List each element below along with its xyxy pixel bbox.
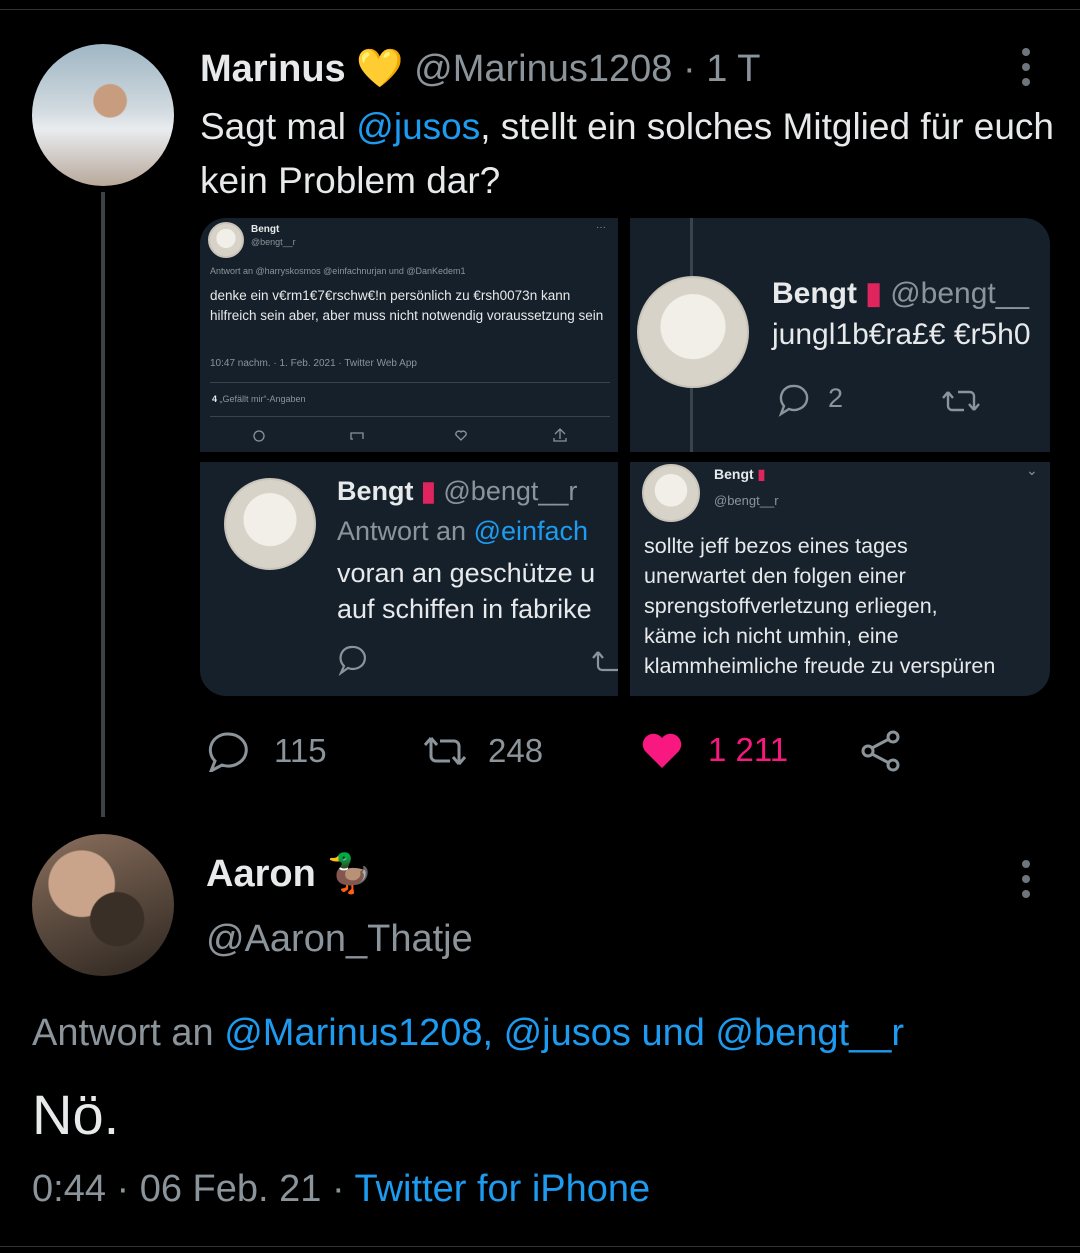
img1-action-icons xyxy=(253,428,567,442)
duck-icon: 🦆 xyxy=(326,853,374,895)
img3-line2: auf schiffen in fabrike xyxy=(337,594,592,624)
bengt-avatar xyxy=(224,478,316,570)
img1-likes: 4 „Gefällt mir“-Angaben xyxy=(212,394,306,404)
img3-retweet-icon xyxy=(592,651,618,672)
tweet2-text: Nö. xyxy=(32,1083,120,1146)
bengt-avatar xyxy=(208,222,244,258)
yellow-heart-icon: 💛 xyxy=(356,48,404,90)
retweet-button[interactable]: 248 xyxy=(422,730,543,772)
tweet-text: Sagt mal @jusos, stellt ein solches Mitg… xyxy=(200,106,1055,201)
author-handle[interactable]: @Aaron_Thatje xyxy=(206,918,473,961)
reply-count: 115 xyxy=(274,732,327,769)
media-image-4[interactable]: Bengt ▮ @bengt__r ⌄ sollte jeff bezos ei… xyxy=(630,462,1050,696)
avatar-marinus[interactable] xyxy=(32,44,174,186)
img4-line3: sprengstoffverletzung erliegen, xyxy=(644,594,938,618)
bengt-avatar xyxy=(642,464,700,522)
avatar-aaron[interactable] xyxy=(32,834,174,976)
img1-handle: @bengt__r xyxy=(251,237,296,247)
img1-name: Bengt xyxy=(251,224,280,235)
img1-reply-to: Antwort an @harryskosmos @einfachnurjan … xyxy=(210,266,466,276)
reply-icon xyxy=(208,732,248,772)
retweet-icon xyxy=(423,737,467,765)
author-handle[interactable]: @Marinus1208 xyxy=(414,48,672,90)
tweet2-header: Aaron 🦆 xyxy=(206,852,374,896)
heart-filled-icon xyxy=(642,733,682,768)
retweet-count: 248 xyxy=(488,732,544,769)
img1-text: denke ein v€rm1€7€rschw€!n persönlich zu… xyxy=(210,288,604,323)
img2-header: Bengt ▮ @bengt__ xyxy=(772,277,1030,310)
img3-header: Bengt ▮ @bengt__r xyxy=(337,476,578,506)
like-count: 1 211 xyxy=(708,731,789,768)
img4-name: Bengt ▮ xyxy=(714,466,766,482)
reply-button[interactable]: 115 xyxy=(206,730,327,772)
img2-reply-icon xyxy=(778,384,809,417)
media-image-1[interactable]: Bengt @bengt__r ··· Antwort an @harrysko… xyxy=(200,218,618,452)
img2-reply-count: 2 xyxy=(828,383,844,413)
img4-chevron-down-icon: ⌄ xyxy=(1026,462,1038,478)
tweet-header: Marinus 💛 @Marinus1208 · 1 T xyxy=(200,46,760,92)
img4-line1: sollte jeff bezos eines tages xyxy=(644,534,908,558)
img3-reply-to: Antwort an @einfach xyxy=(337,516,589,546)
share-icon xyxy=(861,730,900,772)
img3-reply-icon xyxy=(338,645,367,677)
author-name[interactable]: Aaron xyxy=(206,853,316,895)
reply-to-line: Antwort an @Marinus1208, @jusos und @ben… xyxy=(32,1012,904,1054)
mention-jusos[interactable]: @jusos xyxy=(356,106,480,147)
bottom-divider xyxy=(0,1246,1080,1247)
media-image-3[interactable]: Bengt ▮ @bengt__r Antwort an @einfach vo… xyxy=(200,462,618,696)
media-image-2[interactable]: Bengt ▮ @bengt__ jungl1b€ra£€ €r5h0 2 xyxy=(630,218,1050,452)
img1-meta: 10:47 nachm. · 1. Feb. 2021 · Twitter We… xyxy=(210,358,417,369)
author-name[interactable]: Marinus xyxy=(200,48,346,90)
reply-to-mentions[interactable]: @Marinus1208, @jusos und @bengt__r xyxy=(224,1012,904,1054)
bengt-avatar xyxy=(637,276,749,388)
like-button[interactable]: 1 211 xyxy=(640,730,788,770)
img2-text: jungl1b€ra£€ €r5h0 xyxy=(772,318,1031,351)
img2-retweet-icon xyxy=(942,390,980,412)
top-divider xyxy=(0,0,1080,10)
img4-line4: käme ich nicht umhin, eine xyxy=(644,624,899,648)
img1-more-icon: ··· xyxy=(596,222,606,233)
img4-handle: @bengt__r xyxy=(714,493,779,508)
thread-line xyxy=(101,192,105,817)
img3-line1: voran an geschütze u xyxy=(337,558,596,588)
tweet2-meta: 0:44 · 06 Feb. 21 · Twitter for iPhone xyxy=(32,1168,651,1210)
more-options-icon[interactable] xyxy=(1022,48,1030,86)
img4-line2: unerwartet den folgen einer xyxy=(644,564,906,588)
tweet-source-link[interactable]: Twitter for iPhone xyxy=(355,1168,651,1210)
more-options-icon[interactable] xyxy=(1022,860,1030,898)
media-grid[interactable]: Bengt @bengt__r ··· Antwort an @harrysko… xyxy=(200,218,1050,696)
img4-line5: klammheimliche freude zu verspüren xyxy=(644,654,996,678)
tweet-time: · 1 T xyxy=(682,48,761,90)
share-button[interactable] xyxy=(860,730,926,772)
